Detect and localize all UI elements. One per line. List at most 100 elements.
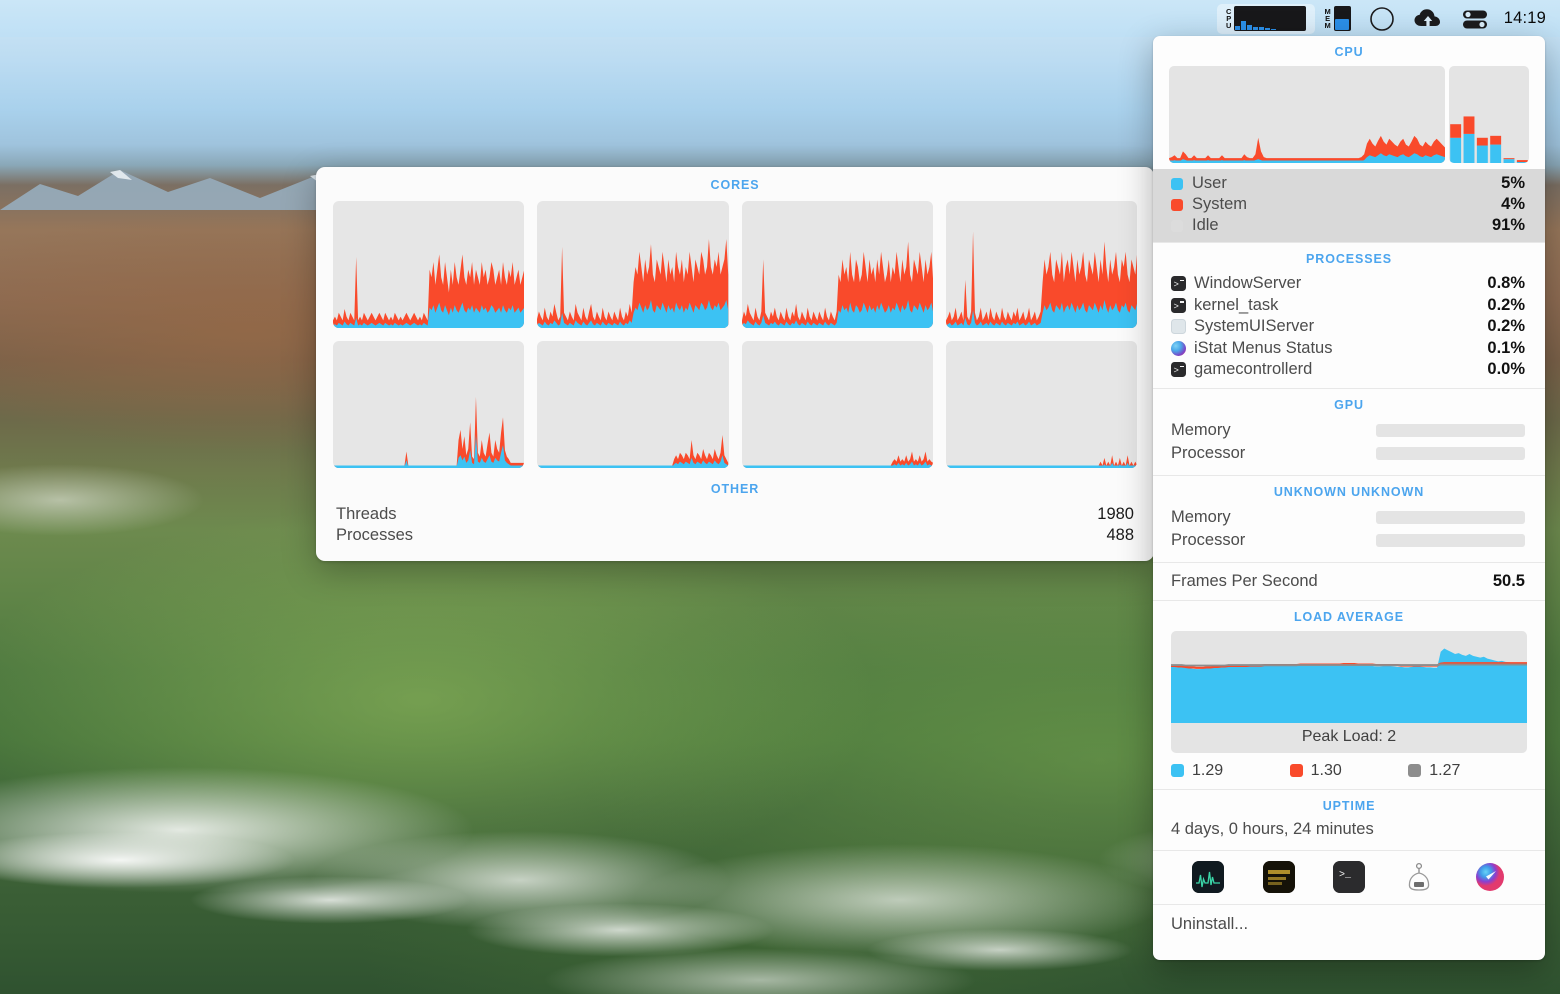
process-row-windowserver[interactable]: WindowServer 0.8%: [1153, 273, 1545, 295]
cpu-section-title: CPU: [1334, 45, 1364, 59]
cpu-recent-bars-chart: [1449, 66, 1529, 163]
user-color-swatch: [1171, 177, 1183, 190]
load-15min-swatch: [1408, 764, 1422, 777]
system-label: System: [1192, 195, 1248, 213]
processes-section-title: PROCESSES: [1306, 252, 1392, 266]
stocks-app-icon[interactable]: [1262, 860, 1295, 893]
menubar-clock[interactable]: 14:19: [1504, 9, 1546, 28]
process-row-systemuiserver[interactable]: SystemUIServer 0.2%: [1153, 316, 1545, 338]
load-1min-value: 1.29: [1192, 761, 1224, 779]
istat-menus-app-icon[interactable]: [1192, 860, 1225, 893]
load-legend-15min: 1.27: [1408, 762, 1527, 780]
process-value: 0.2%: [1487, 317, 1525, 335]
cores-grid: [316, 201, 1154, 468]
process-name: iStat Menus Status: [1194, 338, 1333, 357]
processes-label: Processes: [336, 526, 414, 544]
app-shortcuts-row: >_: [1153, 851, 1545, 904]
load-5min-value: 1.30: [1310, 761, 1342, 779]
istat-icon: [1171, 340, 1186, 356]
menubar-cloud-item[interactable]: [1404, 4, 1452, 34]
process-name: WindowServer: [1194, 274, 1302, 292]
menubar-memory-item[interactable]: MEM: [1315, 4, 1359, 34]
other-section: OTHER Threads 1980 Processes 488: [316, 482, 1154, 546]
cpu-legend: User 5% System 4% Idle 91%: [1153, 169, 1545, 242]
core-8-chart: [945, 455, 1137, 468]
core-2-chart: [537, 239, 729, 328]
terminal-icon: [1171, 362, 1186, 378]
load-average-legend: 1.29 1.30 1.27: [1153, 753, 1545, 789]
gpu-memory-row: Memory: [1153, 419, 1545, 442]
threads-value: 1980: [1097, 505, 1134, 523]
core-graph-3: [741, 201, 933, 328]
core-graph-7: [741, 341, 933, 468]
process-value: 0.2%: [1487, 295, 1525, 314]
user-label: User: [1192, 174, 1227, 192]
process-row-gamecontrollerd[interactable]: gamecontrollerd 0.0%: [1153, 359, 1545, 381]
threads-row: Threads 1980: [316, 504, 1154, 525]
processes-value: 488: [1106, 526, 1134, 544]
toggles-icon: [1462, 10, 1487, 28]
processes-list: WindowServer 0.8% kernel_task 0.2% Syste…: [1153, 273, 1545, 388]
threads-label: Threads: [336, 505, 397, 523]
fps-value: 50.5: [1492, 571, 1525, 590]
terminal-icon: [1171, 276, 1186, 292]
idle-label: Idle: [1192, 216, 1219, 234]
core-6-chart: [537, 434, 729, 468]
process-row-istat-menus-status[interactable]: iStat Menus Status 0.1%: [1153, 338, 1545, 360]
core-graph-1: [333, 201, 525, 328]
cpu-legend-user: User 5%: [1153, 173, 1545, 194]
gpu-processor-bar: [1376, 446, 1525, 460]
load-average-chart: [1171, 630, 1527, 723]
menubar-toggles-item[interactable]: [1452, 4, 1498, 34]
process-value: 0.1%: [1487, 338, 1525, 357]
uninstall-button[interactable]: Uninstall...: [1153, 905, 1545, 946]
speedtest-app-icon[interactable]: [1474, 861, 1506, 893]
cpu-charts: [1153, 66, 1545, 163]
uptime-value: 4 days, 0 hours, 24 minutes: [1171, 819, 1374, 838]
gpu-memory-label: Memory: [1171, 420, 1231, 439]
core-graph-2: [537, 201, 729, 328]
process-name: gamecontrollerd: [1194, 360, 1313, 378]
menubar-cpu-label: CPU: [1226, 6, 1232, 31]
process-name: kernel_task: [1194, 295, 1279, 314]
core-graph-5: [333, 341, 525, 468]
core-graph-6: [537, 341, 729, 468]
benchmark-app-icon[interactable]: [1403, 861, 1435, 893]
peak-load-label: Peak Load: 2: [1171, 722, 1527, 753]
cloud-upload-icon: [1414, 8, 1440, 26]
unknown-processor-bar: [1376, 533, 1525, 547]
unknown-processor-label: Processor: [1171, 530, 1246, 549]
unknown-memory-bar: [1376, 510, 1525, 524]
memory-bar-icon: [1333, 6, 1351, 31]
cores-window: CORES OTHER Threads 1980 Processes 488: [316, 167, 1154, 561]
load-legend-5min: 1.30: [1289, 761, 1409, 780]
menubar-circle-item[interactable]: [1360, 4, 1404, 34]
menubar-cpu-item[interactable]: CPU: [1217, 3, 1316, 34]
core-3-chart: [741, 241, 933, 328]
core-4-chart: [945, 231, 1137, 328]
other-title: OTHER: [710, 482, 760, 496]
core-graph-8: [945, 341, 1137, 468]
load-15min-value: 1.27: [1429, 761, 1461, 779]
fps-label: Frames Per Second: [1171, 571, 1318, 590]
istat-menus-panel: CPU User 5% System 4% Idle 91% PROCESSES: [1153, 36, 1545, 960]
terminal-app-icon[interactable]: >_: [1332, 860, 1365, 893]
terminal-icon: [1171, 297, 1186, 313]
uptime-section-title: UPTIME: [1322, 798, 1376, 813]
frames-per-second-row: Frames Per Second 50.5: [1153, 563, 1545, 600]
load-5min-swatch: [1289, 764, 1303, 777]
process-value: 0.8%: [1487, 274, 1525, 292]
idle-value: 91%: [1491, 216, 1525, 234]
core-graph-4: [945, 201, 1137, 328]
load-legend-1min: 1.29: [1171, 762, 1290, 780]
circle-icon: [1369, 6, 1394, 31]
core-5-chart: [333, 396, 525, 468]
gpu-section-title: GPU: [1334, 397, 1364, 412]
process-row-kernel-task[interactable]: kernel_task 0.2%: [1153, 295, 1545, 317]
unknown-memory-row: Memory: [1153, 506, 1545, 529]
systemui-icon: [1171, 319, 1186, 335]
gpu-memory-bar: [1376, 423, 1525, 437]
unknown-processor-row: Processor: [1153, 529, 1545, 552]
unknown-section-title: UNKNOWN UNKNOWN: [1273, 484, 1425, 499]
cpu-history-chart: [1169, 66, 1445, 163]
